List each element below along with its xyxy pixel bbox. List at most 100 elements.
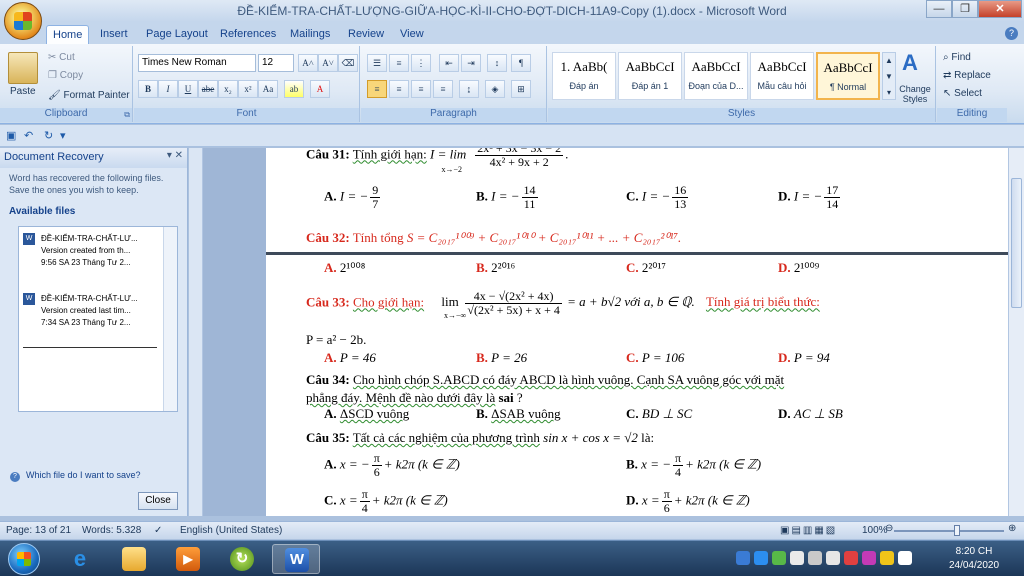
- redo-icon[interactable]: ↻: [44, 129, 53, 142]
- grow-font-icon[interactable]: A˄: [298, 54, 318, 72]
- close-window-button[interactable]: ✕: [978, 0, 1022, 18]
- taskbar-media[interactable]: ▶: [164, 544, 212, 574]
- word-count[interactable]: Words: 5.328: [82, 525, 141, 536]
- maximize-button[interactable]: ❐: [952, 0, 978, 18]
- highlight-icon[interactable]: ab: [284, 80, 304, 98]
- vertical-scrollbar[interactable]: [1008, 148, 1024, 516]
- recovered-file-2[interactable]: W ĐỀ-KIỂM-TRA-CHẤT-LƯ... Version created…: [23, 293, 163, 329]
- zoom-slider[interactable]: [894, 530, 1004, 532]
- bullets-icon[interactable]: ☰: [367, 54, 387, 72]
- increase-indent-icon[interactable]: ⇥: [461, 54, 481, 72]
- align-right-icon[interactable]: ≡: [411, 80, 431, 98]
- volume-icon[interactable]: [898, 551, 912, 565]
- start-button[interactable]: [8, 543, 40, 575]
- tray-icon-3[interactable]: [772, 551, 786, 565]
- borders-icon[interactable]: ⊞: [511, 80, 531, 98]
- cut-button[interactable]: ✂ Cut: [48, 52, 75, 63]
- align-center-icon[interactable]: ≡: [389, 80, 409, 98]
- recovery-close-button[interactable]: Close: [138, 492, 178, 510]
- style-normal[interactable]: AaBbCcI ¶ Normal: [816, 52, 880, 100]
- change-styles-icon[interactable]: A: [902, 50, 918, 76]
- language-indicator[interactable]: English (United States): [180, 525, 282, 536]
- sort-icon[interactable]: ↕: [487, 54, 507, 72]
- numbering-icon[interactable]: ≡: [389, 54, 409, 72]
- subscript-icon[interactable]: x₂: [218, 80, 238, 98]
- line-spacing-icon[interactable]: ↨: [459, 80, 479, 98]
- tab-home[interactable]: Home: [46, 25, 90, 44]
- office-logo-icon: [14, 12, 32, 30]
- style-mau-cau-hoi[interactable]: AaBbCcI Mẫu câu hỏi: [750, 52, 814, 100]
- page-counter[interactable]: Page: 13 of 21: [6, 525, 71, 536]
- zoom-out-icon[interactable]: ⊖: [885, 523, 893, 534]
- clipboard-label: Clipboard: [0, 108, 132, 122]
- shrink-font-icon[interactable]: A˅: [318, 54, 338, 72]
- style-dap-an[interactable]: 1. AaBb( Đáp án: [552, 52, 616, 100]
- paste-button[interactable]: Paste: [10, 86, 36, 97]
- font-name-box[interactable]: Times New Roman: [138, 54, 256, 72]
- show-marks-icon[interactable]: ¶: [511, 54, 531, 72]
- recovered-file-1[interactable]: W ĐỀ-KIỂM-TRA-CHẤT-LƯ... Version created…: [23, 233, 163, 269]
- decrease-indent-icon[interactable]: ⇤: [439, 54, 459, 72]
- justify-icon[interactable]: ≡: [433, 80, 453, 98]
- minimize-button[interactable]: —: [926, 0, 952, 18]
- change-styles-button[interactable]: Change Styles: [896, 84, 934, 104]
- save-icon[interactable]: ▣: [6, 129, 16, 142]
- italic-icon[interactable]: I: [158, 80, 178, 98]
- zoom-level[interactable]: 100%: [862, 525, 888, 536]
- superscript-icon[interactable]: x²: [238, 80, 258, 98]
- tray-icon-5[interactable]: [808, 551, 822, 565]
- align-left-icon[interactable]: ≡: [367, 80, 387, 98]
- tab-mailings[interactable]: Mailings: [284, 25, 336, 44]
- recovery-help-link[interactable]: ? Which file do I want to save?: [10, 470, 141, 482]
- network-icon[interactable]: [826, 551, 840, 565]
- underline-icon[interactable]: U: [178, 80, 198, 98]
- office-button[interactable]: [4, 2, 42, 40]
- taskbar-clock[interactable]: 8:20 CH 24/04/2020: [944, 545, 1004, 573]
- taskbar-explorer[interactable]: [110, 544, 158, 574]
- tab-insert[interactable]: Insert: [94, 25, 134, 44]
- recovery-list-scrollbar[interactable]: [163, 227, 177, 411]
- change-case-icon[interactable]: Aa: [258, 80, 278, 98]
- shading-icon[interactable]: ◈: [485, 80, 505, 98]
- tab-view[interactable]: View: [394, 25, 430, 44]
- clear-format-icon[interactable]: ⌫: [338, 54, 358, 72]
- taskbar-app[interactable]: ↻: [218, 544, 266, 574]
- font-size-box[interactable]: 12: [258, 54, 294, 72]
- taskbar-ie[interactable]: e: [56, 544, 104, 574]
- q31-answer-d: D. I = −17 14: [778, 183, 841, 211]
- strikethrough-icon[interactable]: abe: [198, 80, 218, 98]
- scrollbar-thumb[interactable]: [1011, 178, 1022, 308]
- q32-answer-a: A. 2¹⁰⁰⁸: [324, 260, 366, 275]
- zoom-slider-handle[interactable]: [954, 525, 960, 536]
- zoom-in-icon[interactable]: ⊕: [1008, 523, 1016, 534]
- tray-icon-8[interactable]: [880, 551, 894, 565]
- bold-icon[interactable]: B: [138, 80, 158, 98]
- document-page[interactable]: Câu 31: Tính giới hạn: I = lim x→−2 2x² …: [266, 148, 1008, 516]
- copy-button[interactable]: ❐ Copy: [48, 70, 83, 81]
- replace-button[interactable]: ⇄ Replace: [943, 70, 991, 81]
- tab-references[interactable]: References: [214, 25, 282, 44]
- tab-page-layout[interactable]: Page Layout: [140, 25, 214, 44]
- customize-qat-icon[interactable]: ▾: [60, 129, 66, 142]
- view-buttons-icon[interactable]: ▣▤▥▦▧: [780, 525, 837, 536]
- undo-icon[interactable]: ↶: [24, 129, 33, 142]
- style-doan-cua-d[interactable]: AaBbCcI Đoạn của D...: [684, 52, 748, 100]
- flag-icon[interactable]: [844, 551, 858, 565]
- tray-icon-1[interactable]: [736, 551, 750, 565]
- pane-options-icon[interactable]: ▾ ✕: [167, 150, 183, 161]
- tray-icon-v[interactable]: [862, 551, 876, 565]
- tab-review[interactable]: Review: [342, 25, 390, 44]
- proofing-icon[interactable]: ✓: [154, 525, 162, 536]
- find-button[interactable]: ⌕ Find: [943, 52, 971, 63]
- format-painter-button[interactable]: 🖌 Format Painter: [48, 90, 130, 101]
- tray-icon-4[interactable]: [790, 551, 804, 565]
- dialog-launcher-icon[interactable]: ⧉: [124, 110, 130, 120]
- help-icon[interactable]: ?: [1005, 27, 1018, 40]
- style-dap-an-1[interactable]: AaBbCcI Đáp án 1: [618, 52, 682, 100]
- multilevel-list-icon[interactable]: ⋮: [411, 54, 431, 72]
- font-color-icon[interactable]: A: [310, 80, 330, 98]
- tray-icon-2[interactable]: [754, 551, 768, 565]
- select-button[interactable]: ↖ Select: [943, 88, 982, 99]
- taskbar-word[interactable]: W: [272, 544, 320, 574]
- styles-scroll-icon[interactable]: ▲ ▼ ▾: [882, 52, 896, 100]
